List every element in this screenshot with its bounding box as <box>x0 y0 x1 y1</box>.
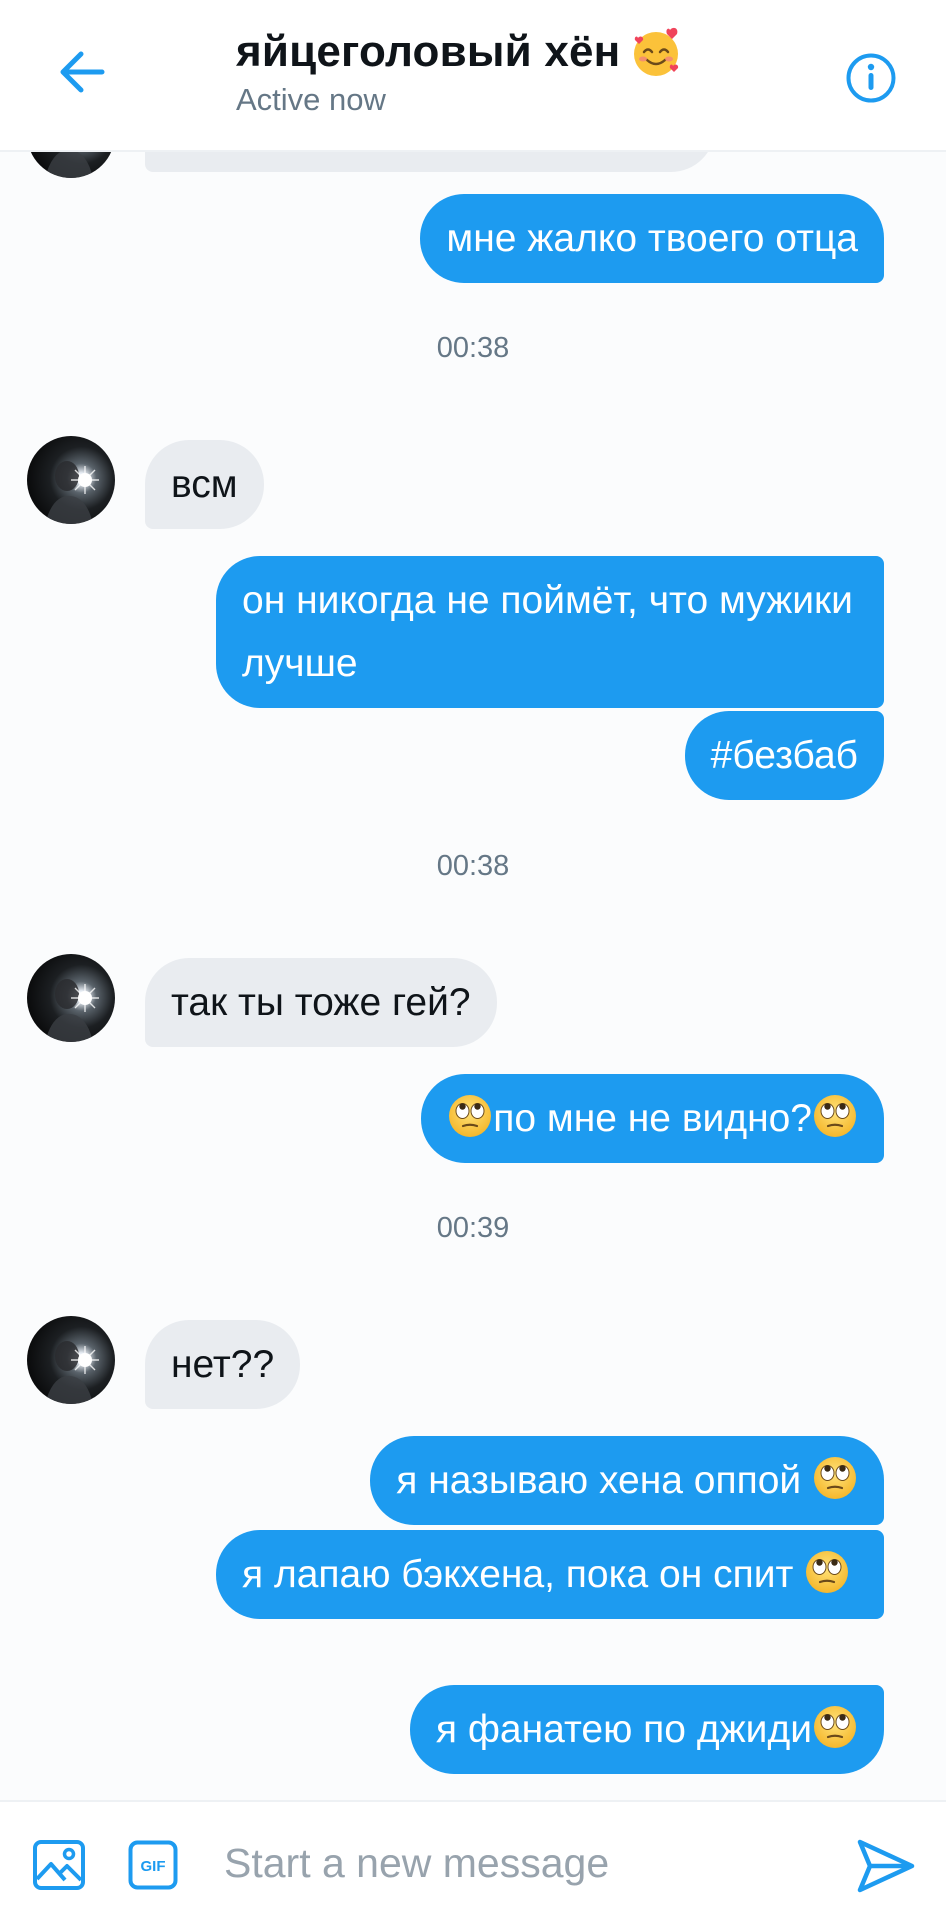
message-text: я фанатею по джиди <box>435 1708 812 1751</box>
add-media-button[interactable] <box>32 1839 86 1891</box>
message-text: по мне не видно? <box>493 1097 812 1140</box>
send-button[interactable] <box>856 1838 916 1894</box>
message-text: нет?? <box>171 1343 275 1386</box>
received-message-bubble[interactable]: всм <box>145 440 264 529</box>
sent-message-bubble[interactable]: мне жалко твоего отца <box>420 194 884 283</box>
message-timestamp: 00:38 <box>436 332 510 364</box>
message-composer: GIF <box>0 1800 946 1922</box>
sent-message-bubble[interactable]: он никогда не поймёт, что мужики лучше <box>216 556 884 708</box>
message-list[interactable]: мне жалко твоего отца 00:38 всм он никог… <box>0 150 946 1800</box>
send-icon <box>857 1839 915 1893</box>
avatar[interactable] <box>27 436 115 524</box>
face-with-rolling-eyes-icon <box>447 1093 493 1139</box>
message-text: он никогда не поймёт, что мужики лучше <box>242 579 853 685</box>
message-timestamp: 00:39 <box>436 1212 510 1244</box>
arrow-left-icon <box>60 51 105 93</box>
sent-message-bubble[interactable]: я называю хена оппой <box>370 1436 884 1525</box>
conversation-title-block[interactable]: яйцеголовый хён Active now <box>236 26 682 118</box>
face-with-rolling-eyes-icon <box>812 1704 858 1750</box>
message-text: всм <box>171 463 238 506</box>
message-text: мне жалко твоего отца <box>446 217 858 260</box>
sent-message-bubble[interactable]: #безбаб <box>684 711 884 800</box>
face-with-rolling-eyes-icon <box>812 1093 858 1139</box>
info-circle-icon <box>846 53 896 103</box>
avatar[interactable] <box>27 1316 115 1404</box>
back-button[interactable] <box>52 46 112 98</box>
sent-message-bubble[interactable]: по мне не видно? <box>421 1074 884 1163</box>
avatar[interactable] <box>27 954 115 1042</box>
sent-message-bubble[interactable]: я фанатею по джиди <box>409 1685 884 1774</box>
face-with-rolling-eyes-icon <box>812 1455 858 1501</box>
avatar[interactable] <box>27 150 115 178</box>
message-text: так ты тоже гей? <box>171 981 471 1024</box>
presence-status: Active now <box>236 82 386 117</box>
message-text: я называю хена оппой <box>396 1459 812 1502</box>
conversation-title: яйцеголовый хён <box>236 27 621 76</box>
message-text: #безбаб <box>710 734 858 777</box>
message-input[interactable] <box>222 1826 806 1900</box>
message-timestamp: 00:38 <box>436 850 510 882</box>
add-gif-button[interactable]: GIF <box>128 1840 178 1890</box>
gif-label: GIF <box>141 1858 166 1875</box>
face-with-rolling-eyes-icon <box>804 1549 850 1595</box>
smiling-face-with-hearts-icon <box>634 27 679 76</box>
received-message-bubble[interactable]: нет?? <box>145 1320 301 1409</box>
received-message-bubble[interactable]: так ты тоже гей? <box>145 958 497 1047</box>
image-icon <box>33 1840 85 1890</box>
received-message-bubble[interactable] <box>145 150 715 172</box>
conversation-info-button[interactable] <box>845 52 897 104</box>
sent-message-bubble[interactable]: я лапаю бэкхена, пока он спит <box>216 1530 884 1619</box>
conversation-header: яйцеголовый хён Active now <box>0 0 946 152</box>
gif-icon: GIF <box>128 1840 178 1890</box>
message-text: я лапаю бэкхена, пока он спит <box>242 1553 805 1596</box>
